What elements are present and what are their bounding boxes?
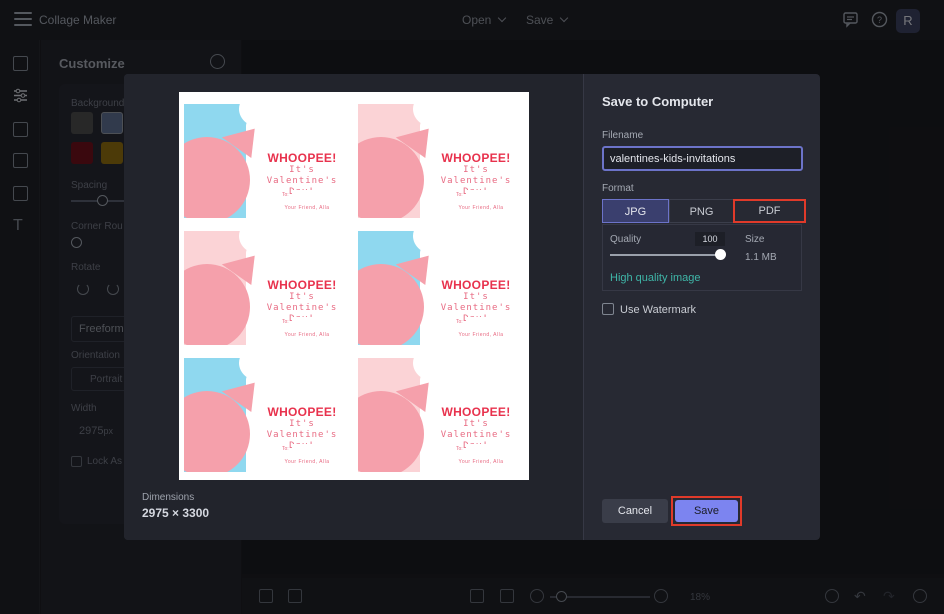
card-message-line1: It's Valentine's — [266, 165, 338, 186]
card-to-label: To: — [456, 446, 463, 452]
card-to-field — [292, 444, 332, 452]
size-value: 1.1 MB — [745, 252, 777, 263]
format-png-button[interactable]: PNG — [669, 199, 734, 223]
dimensions-value: 2975 × 3300 — [142, 506, 210, 520]
dimensions-label: Dimensions — [142, 492, 195, 503]
card-message-line1: It's Valentine's — [266, 292, 338, 313]
card-to-label: To: — [282, 319, 289, 325]
preview-pane: WHOOPEE!It's Valentine'sDay!To:Your Frie… — [124, 74, 584, 540]
invitation-card: WHOOPEE!It's Valentine'sDay!To:Your Frie… — [184, 104, 347, 218]
card-from: Your Friend, Alla — [284, 332, 330, 338]
quality-label: Quality — [610, 234, 642, 245]
filename-input[interactable] — [602, 146, 803, 171]
size-label: Size — [745, 234, 765, 245]
quality-slider-thumb[interactable] — [715, 249, 726, 260]
high-quality-link[interactable]: High quality image — [610, 272, 701, 284]
watermark-checkbox[interactable] — [602, 303, 614, 316]
card-message-line1: It's Valentine's — [440, 292, 512, 313]
save-options-pane: Save to Computer Filename Format JPG PNG… — [585, 74, 820, 540]
format-jpg-button[interactable]: JPG — [602, 199, 669, 223]
card-from: Your Friend, Alla — [284, 205, 330, 211]
save-dialog: WHOOPEE!It's Valentine'sDay!To:Your Frie… — [124, 74, 820, 540]
quality-value[interactable]: 100 — [695, 232, 725, 246]
quality-box: Quality 100 Size 1.1 MB High quality ima… — [602, 224, 802, 291]
format-pdf-button[interactable]: PDF — [733, 199, 806, 223]
invitation-card: WHOOPEE!It's Valentine'sDay!To:Your Frie… — [184, 231, 347, 345]
card-from: Your Friend, Alla — [458, 332, 504, 338]
card-from: Your Friend, Alla — [458, 205, 504, 211]
card-to-label: To: — [282, 192, 289, 198]
card-to-field — [466, 317, 506, 325]
card-headline: WHOOPEE! — [267, 278, 337, 292]
card-to-field — [292, 317, 332, 325]
quality-slider[interactable] — [610, 254, 722, 256]
card-headline: WHOOPEE! — [441, 278, 511, 292]
dialog-title: Save to Computer — [602, 94, 714, 109]
card-to-label: To: — [456, 319, 463, 325]
card-to-label: To: — [282, 446, 289, 452]
card-headline: WHOOPEE! — [441, 151, 511, 165]
card-message-line1: It's Valentine's — [440, 165, 512, 186]
invitation-card: WHOOPEE!It's Valentine'sDay!To:Your Frie… — [358, 358, 521, 472]
invitation-card: WHOOPEE!It's Valentine'sDay!To:Your Frie… — [184, 358, 347, 472]
watermark-label: Use Watermark — [620, 304, 696, 316]
save-button[interactable]: Save — [675, 500, 738, 522]
cancel-button[interactable]: Cancel — [602, 499, 668, 523]
card-message-line1: It's Valentine's — [266, 419, 338, 440]
card-headline: WHOOPEE! — [267, 151, 337, 165]
collage-preview: WHOOPEE!It's Valentine'sDay!To:Your Frie… — [179, 92, 529, 480]
card-from: Your Friend, Alla — [458, 459, 504, 465]
card-to-field — [466, 190, 506, 198]
invitation-card: WHOOPEE!It's Valentine'sDay!To:Your Frie… — [358, 104, 521, 218]
filename-label: Filename — [602, 130, 644, 141]
invitation-card: WHOOPEE!It's Valentine'sDay!To:Your Frie… — [358, 231, 521, 345]
card-headline: WHOOPEE! — [267, 405, 337, 419]
card-from: Your Friend, Alla — [284, 459, 330, 465]
card-to-label: To: — [456, 192, 463, 198]
card-headline: WHOOPEE! — [441, 405, 511, 419]
format-selector: JPG PNG PDF — [602, 199, 806, 223]
card-message-line1: It's Valentine's — [440, 419, 512, 440]
card-to-field — [466, 444, 506, 452]
card-to-field — [292, 190, 332, 198]
save-button-highlight: Save — [671, 496, 742, 526]
watermark-option[interactable]: Use Watermark — [602, 303, 696, 316]
format-label: Format — [602, 183, 634, 194]
